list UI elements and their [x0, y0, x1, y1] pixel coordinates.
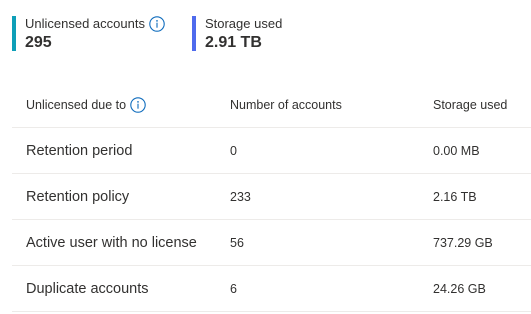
kpi-summary: Unlicensed accounts 295 Storage used 2.9… — [12, 16, 282, 52]
accounts-cell: 233 — [230, 189, 251, 204]
unlicensed-table: Unlicensed due to Number of accounts Sto… — [12, 82, 531, 312]
accounts-cell: 0 — [230, 143, 237, 158]
kpi-label: Storage used — [204, 16, 283, 31]
table-row[interactable]: Retention period 0 0.00 MB — [12, 128, 531, 174]
storage-cell: 0.00 MB — [433, 143, 480, 158]
kpi-label: Unlicensed accounts — [25, 16, 145, 31]
table-row[interactable]: Active user with no license 56 737.29 GB — [12, 220, 531, 266]
table-header-row: Unlicensed due to Number of accounts Sto… — [12, 82, 531, 128]
accounts-cell: 6 — [230, 281, 237, 296]
column-header-reason: Unlicensed due to — [26, 97, 127, 112]
storage-cell: 2.16 TB — [433, 189, 477, 204]
kpi-storage-used: Storage used 2.91 TB — [191, 16, 283, 52]
reason-cell: Active user with no license — [26, 234, 197, 251]
accounts-cell: 56 — [230, 235, 244, 250]
kpi-value: 2.91 TB — [204, 34, 262, 51]
info-icon[interactable] — [149, 16, 165, 32]
table-row[interactable]: Duplicate accounts 6 24.26 GB — [12, 266, 531, 312]
storage-cell: 24.26 GB — [433, 281, 486, 296]
reason-cell: Retention period — [26, 142, 133, 159]
table-row[interactable]: Retention policy 233 2.16 TB — [12, 174, 531, 220]
storage-cell: 737.29 GB — [433, 235, 493, 250]
column-header-accounts: Number of accounts — [230, 97, 342, 112]
kpi-unlicensed-accounts: Unlicensed accounts 295 — [12, 16, 165, 52]
reason-cell: Retention policy — [26, 188, 130, 205]
kpi-accent-bar — [191, 16, 196, 51]
column-header-storage: Storage used — [433, 97, 508, 112]
reason-cell: Duplicate accounts — [26, 280, 149, 297]
info-icon[interactable] — [130, 96, 146, 113]
kpi-value: 295 — [25, 34, 52, 51]
kpi-accent-bar — [12, 16, 16, 51]
